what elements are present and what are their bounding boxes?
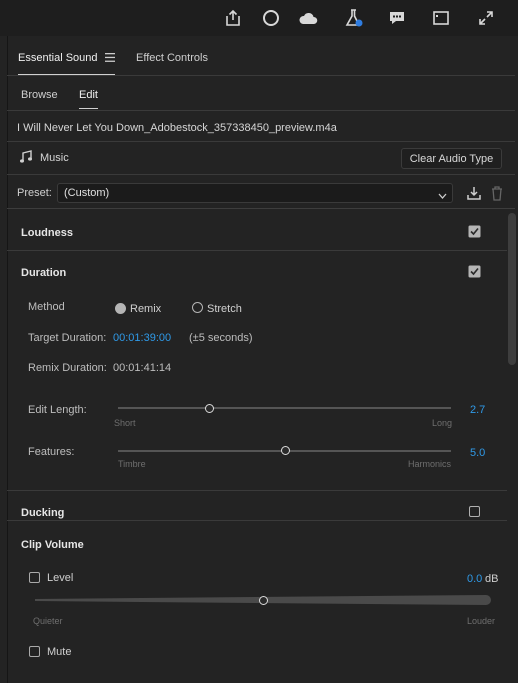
level-value[interactable]: 0.0 bbox=[467, 573, 482, 585]
mute-checkbox[interactable] bbox=[29, 646, 40, 657]
audio-type-label: Music bbox=[40, 152, 69, 164]
remix-duration-label: Remix Duration: bbox=[28, 362, 107, 374]
clip-filename: I Will Never Let You Down_Adobestock_357… bbox=[17, 122, 337, 134]
cloud-icon[interactable] bbox=[298, 8, 318, 28]
edit-length-track[interactable] bbox=[118, 407, 451, 409]
features-value[interactable]: 5.0 bbox=[470, 447, 485, 459]
subtab-edit[interactable]: Edit bbox=[79, 89, 98, 101]
divider bbox=[7, 490, 507, 491]
clear-audio-type-button[interactable]: Clear Audio Type bbox=[401, 148, 502, 169]
circle-icon[interactable] bbox=[261, 8, 281, 28]
edit-length-thumb[interactable] bbox=[205, 404, 214, 413]
edit-length-max-label: Long bbox=[432, 418, 453, 428]
mute-label[interactable]: Mute bbox=[47, 646, 71, 658]
divider bbox=[7, 174, 515, 175]
tolerance-text: (±5 seconds) bbox=[189, 332, 253, 344]
remix-radio-label[interactable]: Remix bbox=[130, 303, 161, 315]
stretch-radio-label[interactable]: Stretch bbox=[207, 303, 242, 315]
share-icon[interactable] bbox=[223, 8, 243, 28]
music-note-icon bbox=[19, 150, 33, 167]
subtab-browse[interactable]: Browse bbox=[21, 89, 58, 101]
loudness-title: Loudness bbox=[21, 227, 73, 239]
remix-duration-value: 00:01:41:14 bbox=[113, 362, 172, 374]
divider bbox=[7, 75, 515, 76]
features-label: Features: bbox=[28, 446, 75, 458]
ducking-checkbox[interactable] bbox=[469, 506, 480, 517]
divider bbox=[7, 208, 515, 209]
loudness-checkbox[interactable] bbox=[468, 225, 481, 241]
features-thumb[interactable] bbox=[281, 446, 290, 455]
chevron-down-icon bbox=[438, 190, 447, 202]
beta-flask-icon[interactable] bbox=[344, 8, 364, 28]
scrollbar-thumb[interactable] bbox=[508, 213, 516, 365]
divider bbox=[7, 110, 515, 111]
duration-title: Duration bbox=[21, 267, 67, 279]
duration-checkbox[interactable] bbox=[468, 265, 481, 281]
expand-icon[interactable] bbox=[476, 8, 496, 28]
features-min-label: Timbre bbox=[118, 459, 146, 469]
level-unit: dB bbox=[485, 573, 499, 585]
level-max-label: Louder bbox=[467, 616, 496, 626]
level-slider-thumb[interactable] bbox=[259, 596, 268, 605]
active-subtab-indicator bbox=[79, 108, 98, 109]
top-toolbar bbox=[0, 0, 518, 36]
divider bbox=[7, 141, 515, 142]
level-checkbox[interactable] bbox=[29, 572, 40, 583]
preset-value: (Custom) bbox=[64, 187, 110, 199]
edit-length-value[interactable]: 2.7 bbox=[470, 404, 485, 416]
method-label: Method bbox=[28, 301, 65, 313]
divider bbox=[7, 520, 507, 521]
tab-essential-sound[interactable]: Essential Sound bbox=[18, 52, 98, 64]
ducking-title: Ducking bbox=[21, 507, 65, 519]
target-duration-label: Target Duration: bbox=[28, 332, 107, 344]
preset-dropdown[interactable]: (Custom) bbox=[57, 183, 453, 203]
remix-radio[interactable] bbox=[115, 303, 126, 314]
panel-icon[interactable] bbox=[431, 8, 451, 28]
edit-length-min-label: Short bbox=[114, 418, 136, 428]
panel-menu-icon[interactable] bbox=[105, 53, 115, 65]
target-duration-value[interactable]: 00:01:39:00 bbox=[113, 332, 171, 344]
level-label[interactable]: Level bbox=[47, 572, 73, 584]
delete-preset-icon[interactable] bbox=[490, 185, 504, 204]
stretch-radio[interactable] bbox=[192, 302, 203, 313]
level-min-label: Quieter bbox=[33, 616, 63, 626]
features-max-label: Harmonics bbox=[408, 459, 452, 469]
clip-volume-title: Clip Volume bbox=[21, 539, 84, 551]
tab-effect-controls[interactable]: Effect Controls bbox=[136, 52, 208, 64]
edit-length-label: Edit Length: bbox=[28, 404, 87, 416]
preset-label: Preset: bbox=[17, 187, 52, 199]
comments-icon[interactable] bbox=[387, 8, 407, 28]
divider bbox=[7, 250, 507, 251]
save-preset-icon[interactable] bbox=[466, 185, 482, 204]
